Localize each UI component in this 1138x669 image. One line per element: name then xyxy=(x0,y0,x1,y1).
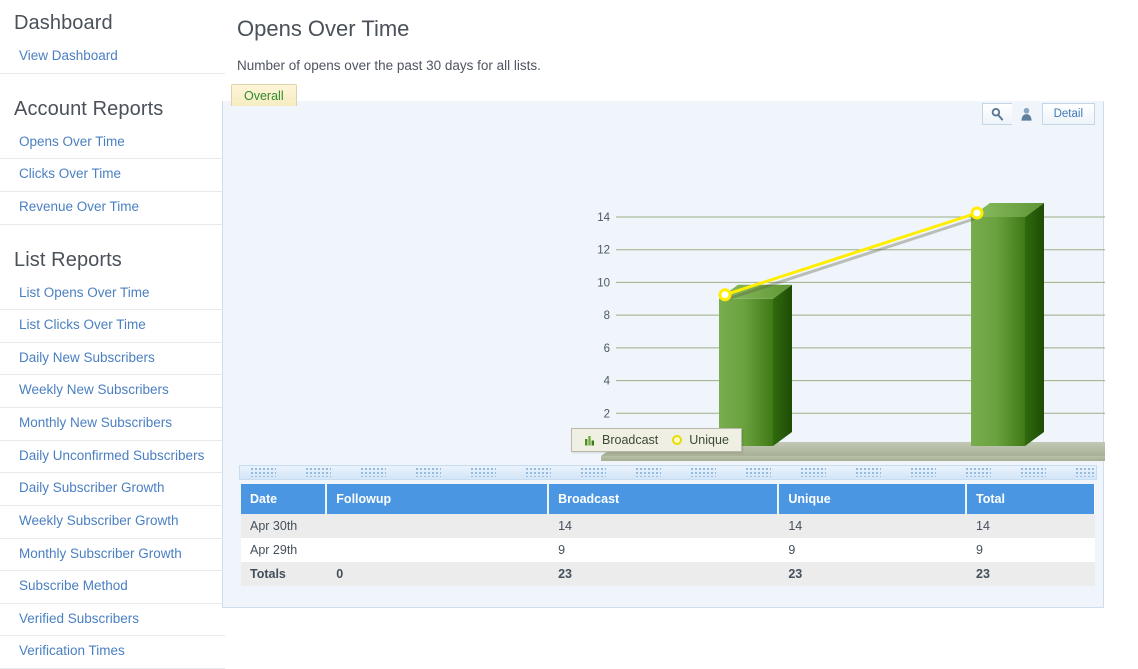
column-grip[interactable] xyxy=(966,468,991,477)
column-grip[interactable] xyxy=(471,468,496,477)
y-tick-label: 12 xyxy=(597,245,610,257)
column-grip[interactable] xyxy=(416,468,441,477)
table-cell: 9 xyxy=(966,538,1094,562)
sidebar-item-subscribe-method[interactable]: Subscribe Method xyxy=(0,571,225,604)
table-cell: Apr 29th xyxy=(241,538,326,562)
sidebar-item-daily-new-subscribers[interactable]: Daily New Subscribers xyxy=(0,343,225,376)
column-grip[interactable] xyxy=(801,468,826,477)
sidebar-group-list-reports: List ReportsList Opens Over TimeList Cli… xyxy=(0,239,225,669)
table-cell xyxy=(326,514,548,538)
line-point-yesterday xyxy=(720,290,730,300)
sidebar-item-opens-over-time[interactable]: Opens Over Time xyxy=(0,127,225,160)
column-grip[interactable] xyxy=(526,468,551,477)
table-cell: 9 xyxy=(548,538,778,562)
legend-label-broadcast: Broadcast xyxy=(602,433,658,447)
table-cell: 14 xyxy=(778,514,966,538)
table-header-date[interactable]: Date xyxy=(241,484,326,514)
chart-area: 02468101214 YesterdayToday xyxy=(223,101,1105,461)
sidebar-item-clicks-over-time[interactable]: Clicks Over Time xyxy=(0,159,225,192)
table-cell: 14 xyxy=(966,514,1094,538)
sidebar-group-title: List Reports xyxy=(0,239,225,278)
sidebar-group-account-reports: Account ReportsOpens Over TimeClicks Ove… xyxy=(0,88,225,225)
table-cell: Apr 30th xyxy=(241,514,326,538)
column-grip[interactable] xyxy=(911,468,936,477)
y-tick-label: 14 xyxy=(597,212,610,224)
table-header-followup[interactable]: Followup xyxy=(326,484,548,514)
sidebar-item-monthly-subscriber-growth[interactable]: Monthly Subscriber Growth xyxy=(0,539,225,572)
table-header-broadcast[interactable]: Broadcast xyxy=(548,484,778,514)
table-cell: Totals xyxy=(241,562,326,586)
column-grip[interactable] xyxy=(361,468,386,477)
chart-bars xyxy=(719,203,1044,446)
table-cell xyxy=(326,538,548,562)
sidebar-group-dashboard: DashboardView Dashboard xyxy=(0,8,225,74)
y-tick-label: 6 xyxy=(604,343,610,355)
line-point-today xyxy=(972,208,982,218)
sidebar-item-weekly-subscriber-growth[interactable]: Weekly Subscriber Growth xyxy=(0,506,225,539)
column-grip[interactable] xyxy=(581,468,606,477)
bar-chart-icon xyxy=(584,434,596,446)
detail-button[interactable]: Detail xyxy=(1042,103,1095,125)
magnifier-icon xyxy=(990,107,1005,122)
table-row: Apr 29th999 xyxy=(241,538,1094,562)
chart-legend: Broadcast Unique xyxy=(571,428,742,452)
legend-label-unique: Unique xyxy=(689,433,729,447)
bar-yesterday xyxy=(719,285,792,446)
table-cell: 23 xyxy=(778,562,966,586)
sidebar-item-list-opens-over-time[interactable]: List Opens Over Time xyxy=(0,278,225,311)
sidebar-item-daily-unconfirmed-subscribers[interactable]: Daily Unconfirmed Subscribers xyxy=(0,441,225,474)
chart-y-axis-labels: 02468101214 xyxy=(597,212,610,453)
page-title: Opens Over Time xyxy=(231,16,1124,42)
page-subtitle: Number of opens over the past 30 days fo… xyxy=(231,58,1124,73)
table-cell: 23 xyxy=(966,562,1094,586)
chart-toolbar: Detail xyxy=(982,103,1095,125)
table-cell: 0 xyxy=(326,562,548,586)
column-grip[interactable] xyxy=(251,468,276,477)
sidebar: DashboardView Dashboard Account ReportsOp… xyxy=(0,0,225,637)
table-row: Apr 30th141414 xyxy=(241,514,1094,538)
column-grip[interactable] xyxy=(1021,468,1046,477)
legend-item-broadcast: Broadcast xyxy=(584,433,658,447)
table-header-row: DateFollowupBroadcastUniqueTotal xyxy=(241,484,1094,514)
table-row: Totals0232323 xyxy=(241,562,1094,586)
magnifier-button[interactable] xyxy=(982,103,1012,125)
circle-marker-icon xyxy=(671,434,683,446)
table-cell: 9 xyxy=(778,538,966,562)
y-tick-label: 2 xyxy=(604,408,610,420)
sidebar-item-weekly-new-subscribers[interactable]: Weekly New Subscribers xyxy=(0,375,225,408)
column-grip[interactable] xyxy=(746,468,771,477)
sidebar-group-title: Dashboard xyxy=(0,8,225,41)
column-grip[interactable] xyxy=(1076,468,1097,477)
sidebar-group-title: Account Reports xyxy=(0,88,225,127)
opens-over-time-chart: 02468101214 YesterdayToday xyxy=(223,101,1105,461)
y-tick-label: 8 xyxy=(604,310,610,322)
y-tick-label: 10 xyxy=(597,277,610,289)
table-head: DateFollowupBroadcastUniqueTotal xyxy=(241,484,1094,514)
sidebar-item-list-clicks-over-time[interactable]: List Clicks Over Time xyxy=(0,310,225,343)
column-grip[interactable] xyxy=(856,468,881,477)
sidebar-item-verification-times[interactable]: Verification Times xyxy=(0,636,225,669)
sidebar-item-verified-subscribers[interactable]: Verified Subscribers xyxy=(0,604,225,637)
detail-button-label: Detail xyxy=(1054,108,1083,120)
y-tick-label: 4 xyxy=(604,376,611,388)
report-table: DateFollowupBroadcastUniqueTotal Apr 30t… xyxy=(241,484,1095,586)
report-panel: Overall Detail xyxy=(222,101,1104,608)
table-header-unique[interactable]: Unique xyxy=(778,484,966,514)
person-icon xyxy=(1019,107,1034,122)
table-cell: 23 xyxy=(548,562,778,586)
sidebar-item-monthly-new-subscribers[interactable]: Monthly New Subscribers xyxy=(0,408,225,441)
legend-item-unique: Unique xyxy=(671,433,729,447)
table-body: Apr 30th141414Apr 29th999Totals0232323 xyxy=(241,514,1094,586)
person-button[interactable] xyxy=(1012,103,1042,125)
sidebar-item-daily-subscriber-growth[interactable]: Daily Subscriber Growth xyxy=(0,473,225,506)
column-grip[interactable] xyxy=(636,468,661,477)
bar-today xyxy=(971,203,1044,446)
table-cell: 14 xyxy=(548,514,778,538)
sidebar-item-revenue-over-time[interactable]: Revenue Over Time xyxy=(0,192,225,225)
column-grip[interactable] xyxy=(691,468,716,477)
column-grip[interactable] xyxy=(306,468,331,477)
table-grip-strip[interactable] xyxy=(239,465,1097,480)
table-header-total[interactable]: Total xyxy=(966,484,1094,514)
sidebar-item-view-dashboard[interactable]: View Dashboard xyxy=(0,41,225,74)
